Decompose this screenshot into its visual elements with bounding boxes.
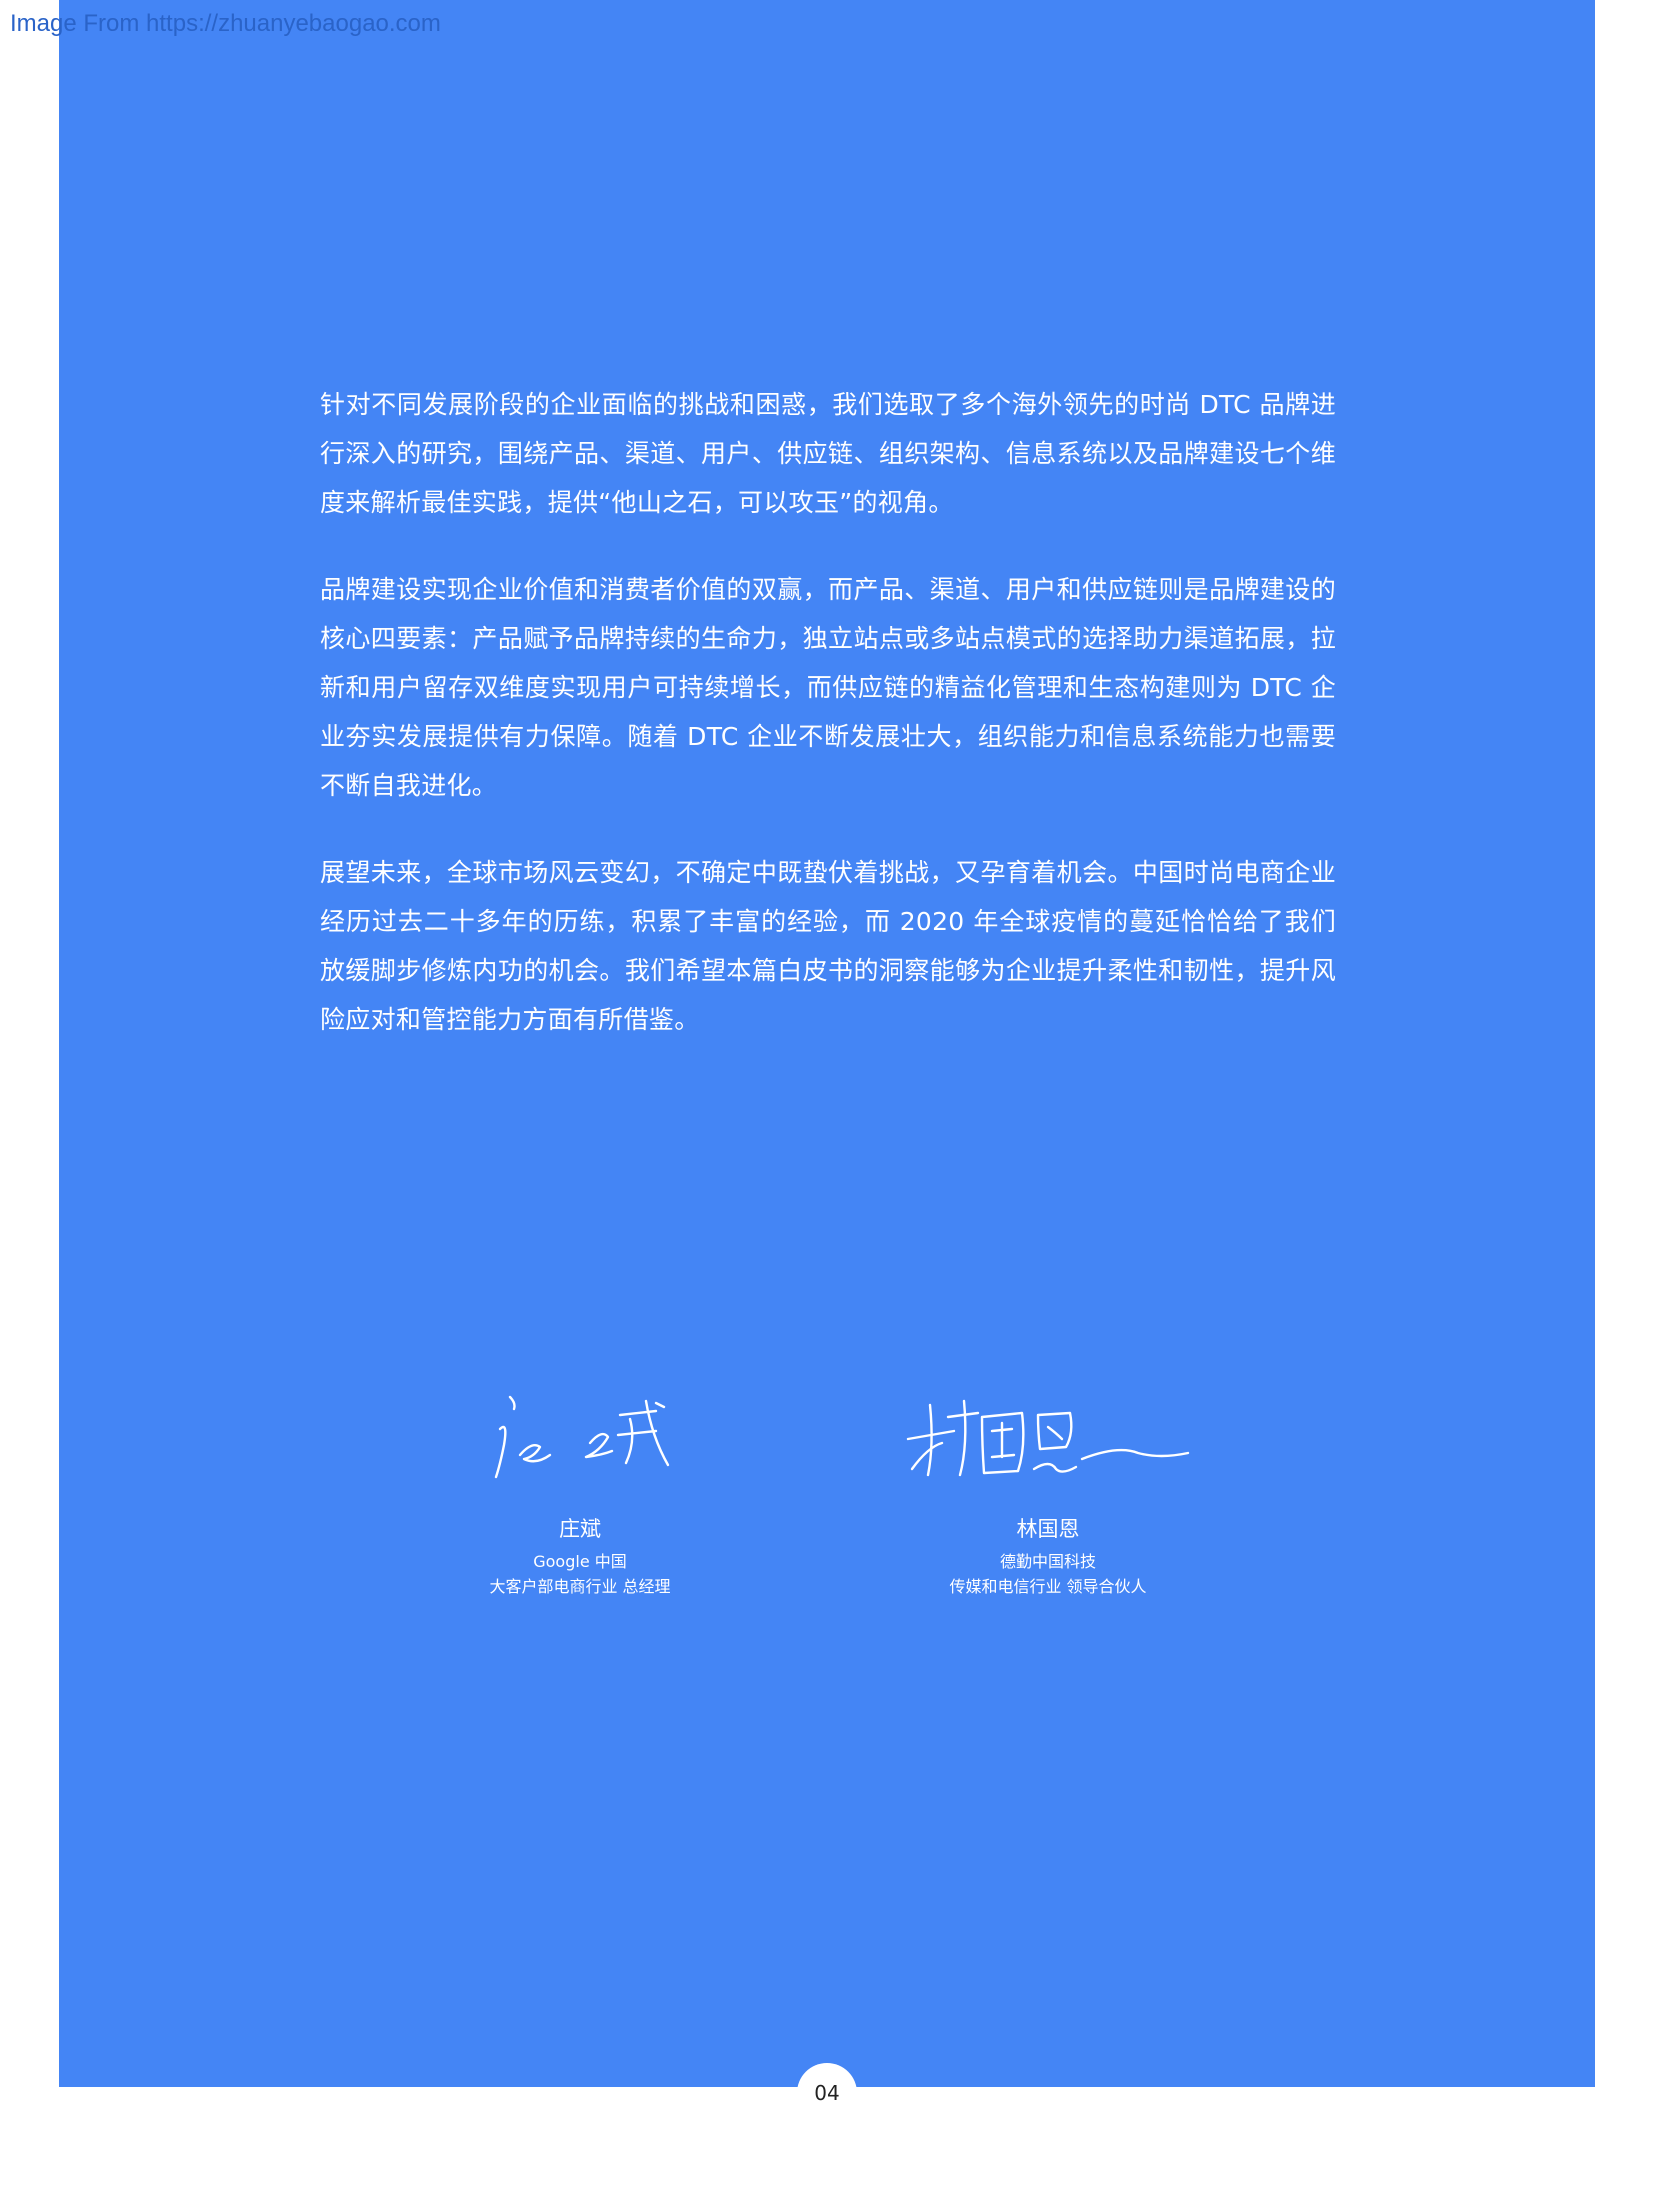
body-text: 针对不同发展阶段的企业面临的挑战和困惑，我们选取了多个海外领先的时尚 DTC 品…	[320, 380, 1336, 1082]
signatory-role: 传媒和电信行业 领导合伙人	[949, 1577, 1147, 1596]
signatory-zhuang-bin: 庄斌 Google 中国 大客户部电商行业 总经理	[390, 1385, 770, 1599]
signatory-name: 林国恩	[1016, 1517, 1080, 1541]
signatory-organization: Google 中国	[533, 1552, 627, 1571]
signatory-lin-guoen: 林国恩 德勤中国科技 传媒和电信行业 领导合伙人	[858, 1385, 1238, 1599]
signatory-name: 庄斌	[559, 1517, 601, 1541]
watermark-link[interactable]: Image From https://zhuanyebaogao.com	[10, 10, 441, 38]
document-page: Image From https://zhuanyebaogao.com 针对不…	[0, 0, 1654, 2205]
paragraph-2: 品牌建设实现企业价值和消费者价值的双赢，而产品、渠道、用户和供应链则是品牌建设的…	[320, 575, 1336, 800]
signatory-organization: 德勤中国科技	[999, 1552, 1096, 1571]
signature-lin-guoen	[906, 1399, 1190, 1477]
paragraph-1: 针对不同发展阶段的企业面临的挑战和困惑，我们选取了多个海外领先的时尚 DTC 品…	[320, 390, 1336, 517]
signatory-role: 大客户部电商行业 总经理	[489, 1577, 671, 1596]
signature-zhuang-bin	[494, 1395, 670, 1479]
signatures-section: 庄斌 Google 中国 大客户部电商行业 总经理 林国恩 德勤中国科技 传媒和…	[0, 1385, 1654, 1605]
paragraph-3: 展望未来，全球市场风云变幻，不确定中既蛰伏着挑战，又孕育着机会。中国时尚电商企业…	[320, 858, 1336, 1034]
page-number: 04	[797, 2063, 857, 2123]
